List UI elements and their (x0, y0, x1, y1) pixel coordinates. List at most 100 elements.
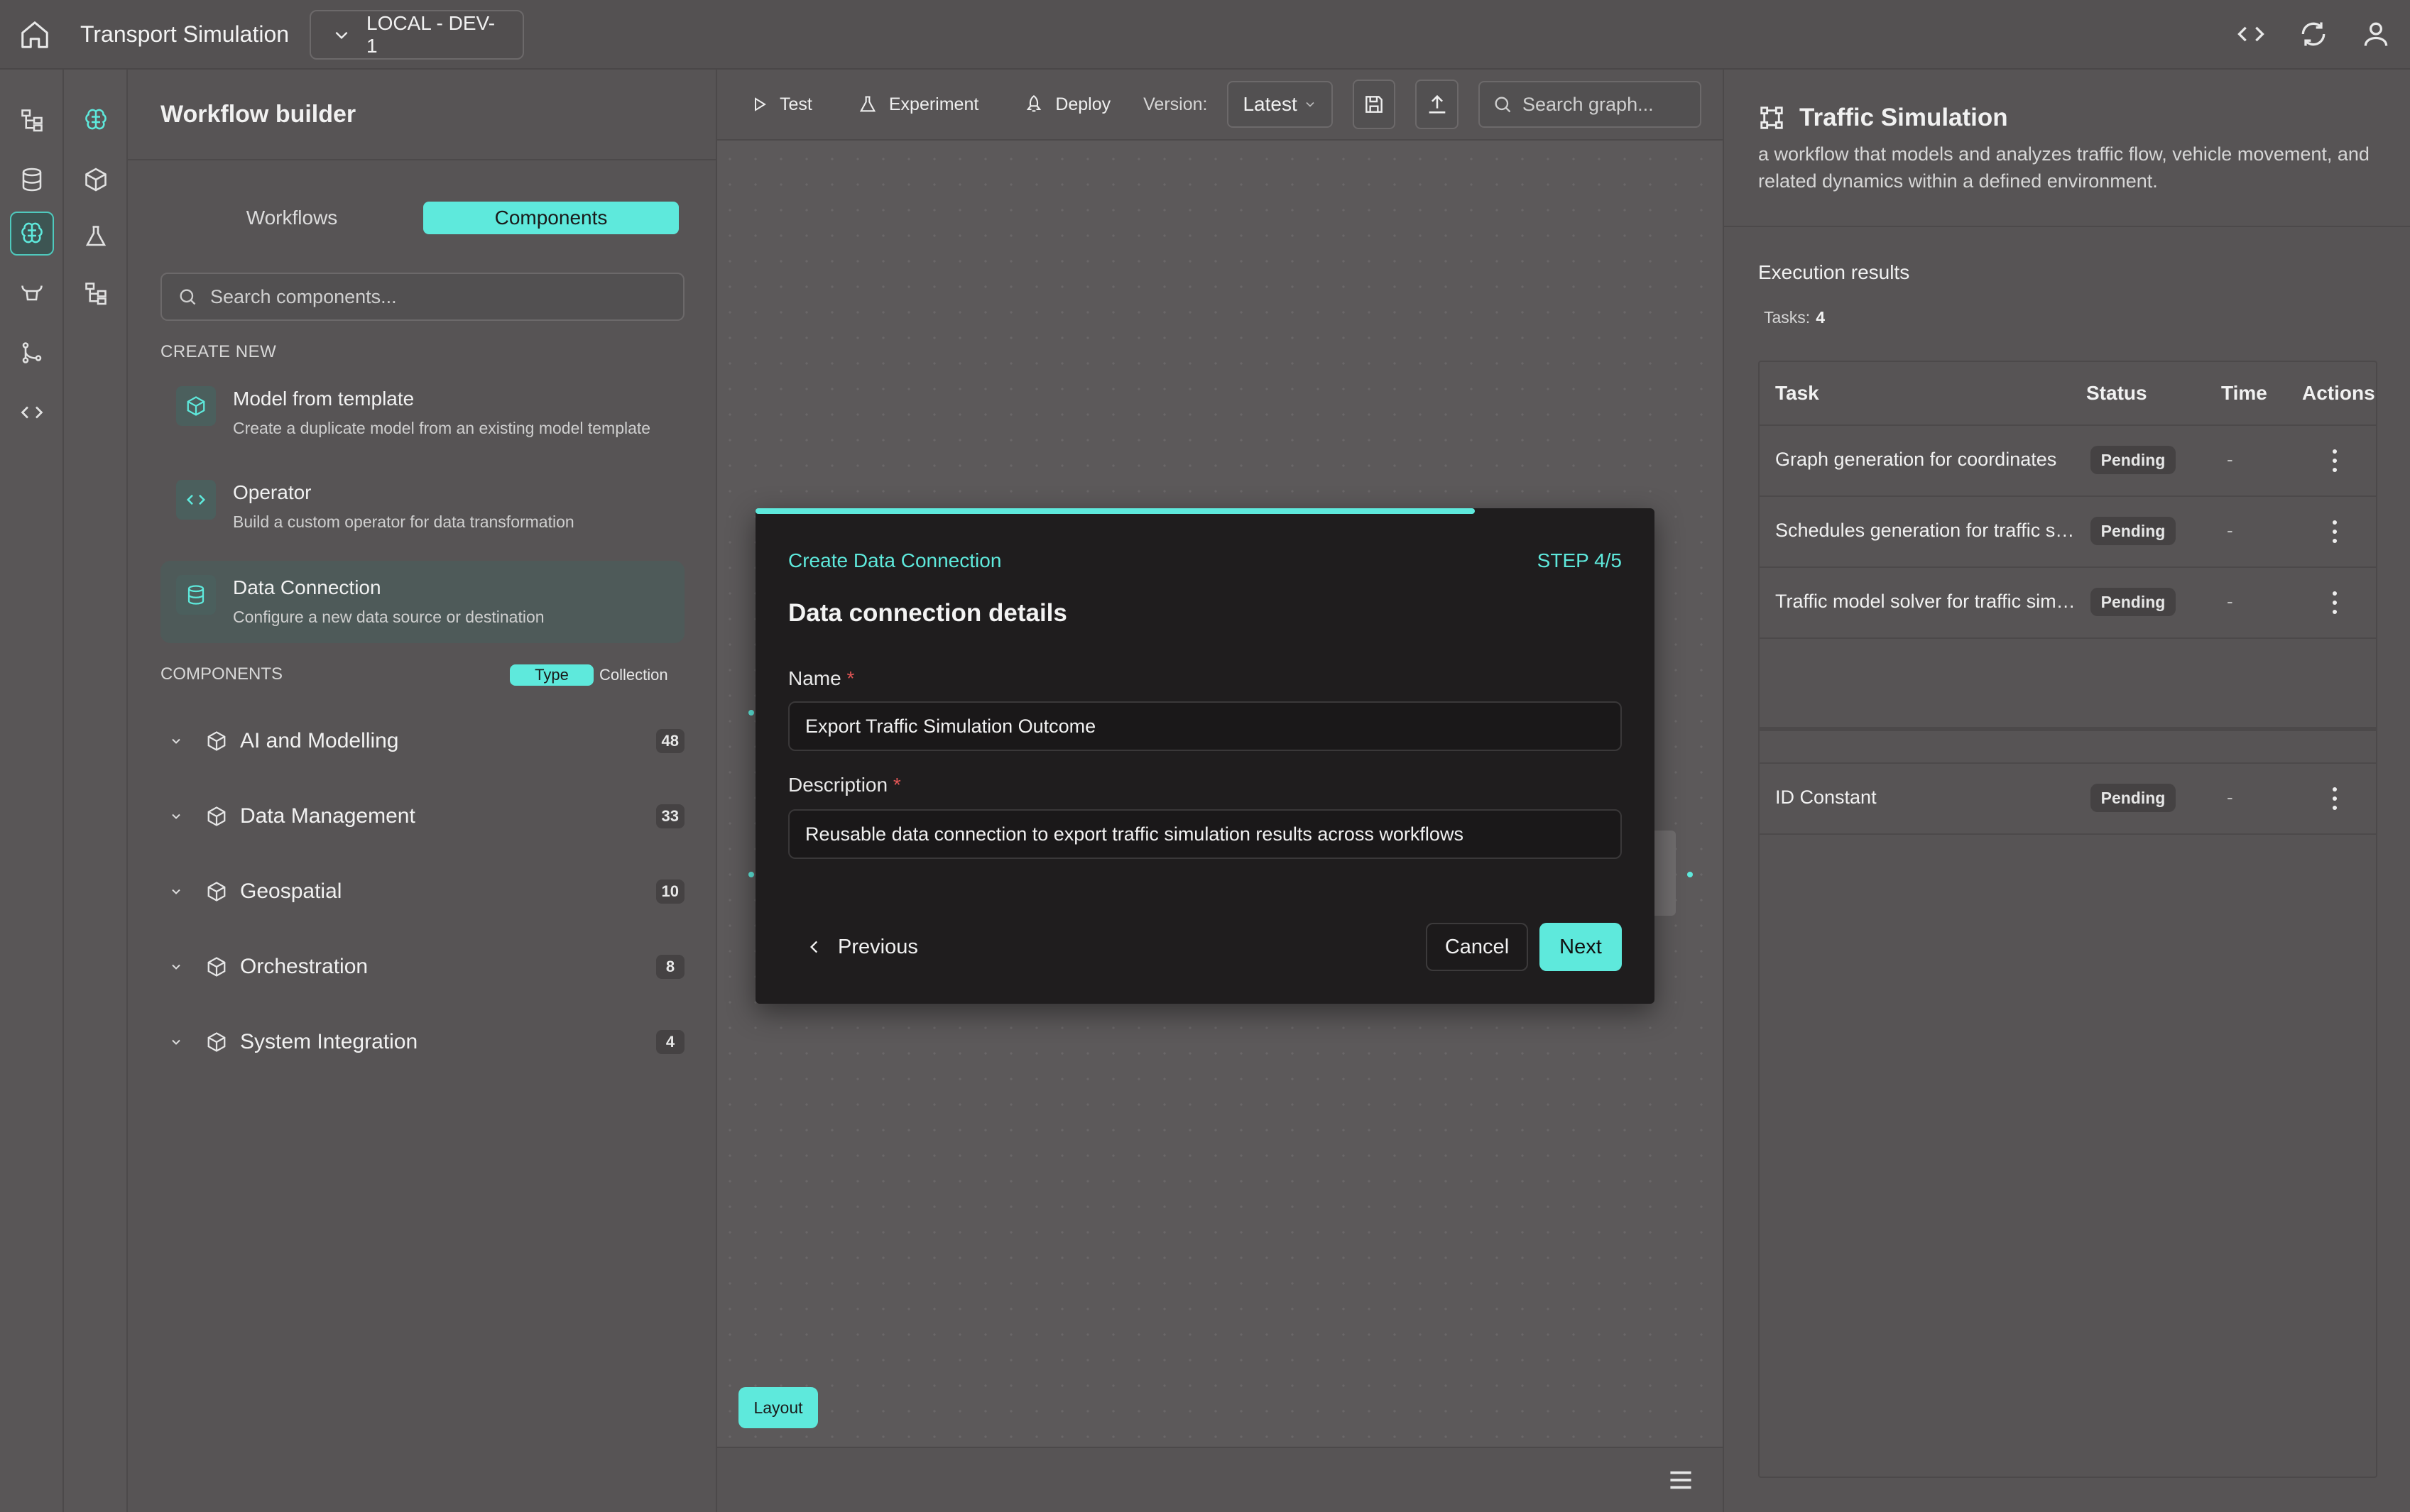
tab-workflows[interactable]: Workflows (160, 202, 423, 234)
version-select[interactable]: Latest (1227, 81, 1333, 128)
chevron-down-icon (1303, 97, 1317, 111)
create-model-from-template[interactable]: Model from template Create a duplicate m… (160, 372, 685, 454)
save-button[interactable] (1352, 80, 1396, 129)
required-mark: * (846, 667, 855, 689)
component-search-input[interactable]: Search components... (160, 273, 685, 321)
hierarchy-icon[interactable] (10, 98, 54, 142)
deploy-button[interactable]: Deploy (1011, 94, 1123, 115)
user-icon[interactable] (2360, 18, 2392, 50)
cancel-button[interactable]: Cancel (1426, 923, 1528, 971)
category-label: AI and Modelling (240, 729, 399, 752)
components-heading: COMPONENTS (160, 664, 283, 684)
flask-icon (858, 94, 878, 114)
app-title: Transport Simulation (80, 21, 290, 47)
table-row[interactable]: Traffic model solver for traffic sim… Pe… (1760, 566, 2376, 637)
category-label: Orchestration (240, 955, 369, 978)
home-icon[interactable] (18, 18, 51, 51)
previous-label: Previous (838, 935, 918, 958)
more-vertical-icon[interactable] (2326, 586, 2343, 619)
search-icon (1493, 94, 1512, 114)
canvas-toolbar: Test Experiment Deploy Version: Latest S… (717, 70, 1723, 141)
cube-icon (206, 730, 230, 752)
graph-node-edge[interactable] (1654, 831, 1676, 916)
more-vertical-icon[interactable] (2326, 782, 2343, 815)
version-value: Latest (1243, 93, 1297, 115)
upload-icon (1425, 92, 1449, 116)
name-field[interactable]: Export Traffic Simulation Outcome (788, 701, 1622, 751)
task-name: Traffic model solver for traffic sim… (1775, 591, 2076, 612)
filter-collection-toggle[interactable]: Collection (599, 664, 668, 686)
task-time: - (2227, 449, 2233, 470)
cube-icon (206, 956, 230, 977)
create-item-title: Data Connection (233, 576, 381, 598)
status-badge: Pending (2090, 517, 2176, 545)
chevron-down-icon (169, 734, 190, 748)
bull-icon[interactable] (10, 271, 54, 315)
task-name: Schedules generation for traffic s… (1775, 520, 2075, 541)
tasks-label: Tasks: (1764, 308, 1811, 327)
tasks-count-value: 4 (1816, 308, 1825, 327)
table-row[interactable]: ID Constant Pending - (1760, 762, 2376, 833)
refresh-icon[interactable] (2298, 18, 2329, 50)
more-vertical-icon[interactable] (2326, 444, 2343, 477)
environment-select[interactable]: LOCAL - DEV-1 (310, 10, 524, 60)
test-button[interactable]: Test (738, 94, 825, 115)
category-system-integration[interactable]: System Integration 4 (160, 1021, 685, 1063)
layout-button[interactable]: Layout (738, 1387, 818, 1428)
environment-label: LOCAL - DEV-1 (366, 12, 496, 57)
node-port (748, 872, 754, 877)
column-header-status: Status (2086, 382, 2147, 404)
group-divider (1760, 727, 2376, 731)
cube-icon[interactable] (74, 158, 118, 202)
code-icon[interactable] (2235, 18, 2267, 50)
table-row[interactable]: Graph generation for coordinates Pending… (1760, 424, 2376, 495)
create-data-connection[interactable]: Data Connection Configure a new data sou… (160, 561, 685, 643)
brain-icon[interactable] (10, 212, 54, 256)
database-icon[interactable] (10, 158, 54, 202)
category-geospatial[interactable]: Geospatial 10 (160, 870, 685, 913)
filter-type-toggle[interactable]: Type (510, 664, 594, 686)
status-badge: Pending (2090, 446, 2176, 474)
cube-icon (206, 806, 230, 827)
category-orchestration[interactable]: Orchestration 8 (160, 946, 685, 988)
upload-button[interactable] (1415, 80, 1458, 129)
description-field[interactable]: Reusable data connection to export traff… (788, 809, 1622, 859)
chevron-left-icon (805, 938, 824, 956)
step-progress-bar (756, 508, 1475, 514)
category-count: 4 (656, 1030, 685, 1054)
experiment-button[interactable]: Experiment (845, 94, 991, 115)
create-item-title: Model from template (233, 388, 415, 410)
column-header-time: Time (2221, 382, 2267, 404)
name-label: Name * (788, 667, 854, 690)
code-icon[interactable] (10, 390, 54, 434)
execution-results-table: Task Status Time Actions Graph generatio… (1758, 361, 2377, 1478)
task-name: Graph generation for coordinates (1775, 449, 2057, 470)
test-label: Test (780, 94, 812, 114)
tasks-count: Tasks: 4 (1764, 308, 1825, 327)
create-operator[interactable]: Operator Build a custom operator for dat… (160, 466, 685, 548)
next-button[interactable]: Next (1539, 923, 1622, 971)
description-label: Description * (788, 774, 901, 796)
cube-icon (176, 386, 216, 426)
category-label: System Integration (240, 1030, 418, 1053)
status-badge: Pending (2090, 588, 2176, 616)
chevron-down-icon (169, 960, 190, 974)
version-label: Version: (1143, 94, 1208, 114)
create-item-desc: Create a duplicate model from an existin… (233, 419, 651, 437)
cube-icon (206, 881, 230, 902)
column-header-actions: Actions (2302, 382, 2375, 404)
category-data-management[interactable]: Data Management 33 (160, 795, 685, 838)
workflow-description: a workflow that models and analyzes traf… (1758, 143, 2370, 192)
menu-icon[interactable] (1662, 1462, 1700, 1498)
table-row[interactable]: Schedules generation for traffic s… Pend… (1760, 495, 2376, 566)
tab-components[interactable]: Components (423, 202, 679, 234)
previous-button[interactable]: Previous (798, 923, 925, 971)
graph-search-input[interactable]: Search graph... (1478, 81, 1701, 128)
graph-search-placeholder: Search graph... (1522, 93, 1654, 115)
hierarchy-icon[interactable] (74, 271, 118, 315)
category-ai-and-modelling[interactable]: AI and Modelling 48 (160, 720, 685, 762)
more-vertical-icon[interactable] (2326, 515, 2343, 548)
brain-icon[interactable] (74, 98, 118, 142)
flask-icon[interactable] (74, 214, 118, 258)
git-branch-icon[interactable] (10, 331, 54, 375)
